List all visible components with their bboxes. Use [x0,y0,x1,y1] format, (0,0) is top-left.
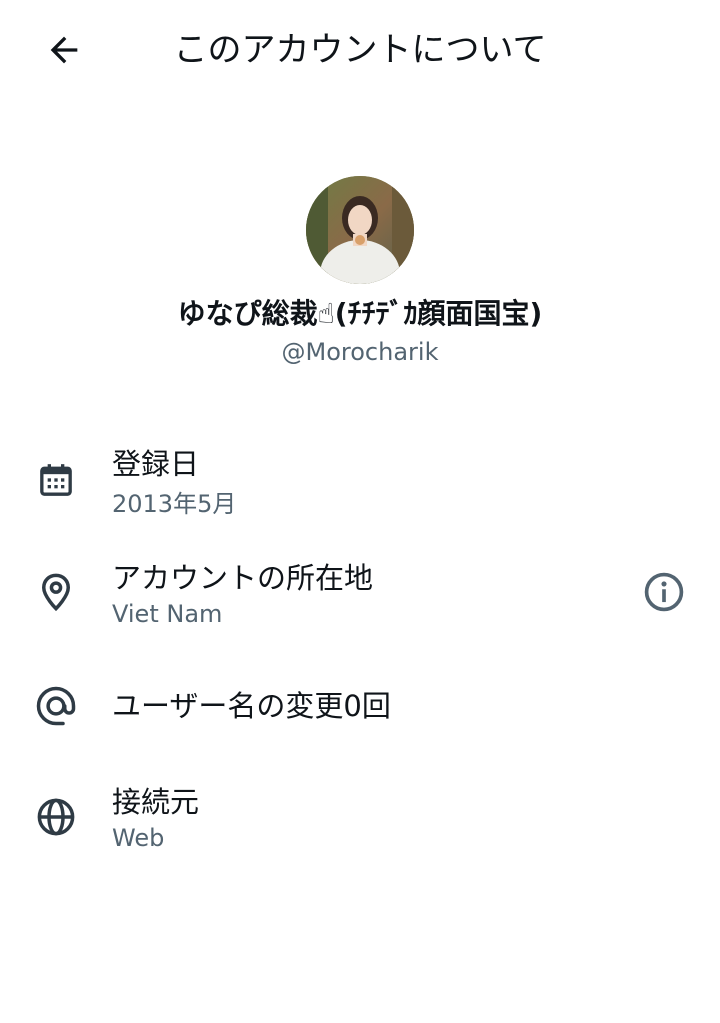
joined-value: 2013年5月 [112,490,237,518]
connected-via-label: 接続元 [112,785,200,819]
detail-row-location: アカウントの所在地 Viet Nam [0,556,720,646]
display-name: ゆなぴ総裁☝(ﾁﾁﾃﾞｶ顔面国宝) [177,297,543,330]
detail-row-username-changes: ユーザー名の変更0回 [0,680,720,740]
calendar-icon [30,454,82,506]
username-changes-label: ユーザー名の変更0回 [112,689,391,723]
at-sign-icon [30,680,82,732]
location-value: Viet Nam [112,600,223,628]
username-handle: @Morocharik [281,338,439,366]
location-pin-icon [30,566,82,618]
avatar-image [306,176,414,284]
connected-via-value: Web [112,824,165,852]
info-button[interactable] [638,566,690,618]
detail-row-connected-via: 接続元 Web [0,780,720,870]
avatar[interactable] [306,176,414,284]
globe-icon [30,791,82,843]
info-icon [644,572,684,612]
location-label: アカウントの所在地 [112,561,374,595]
header: このアカウントについて [0,0,720,100]
joined-label: 登録日 [112,447,200,481]
page-title: このアカウントについて [173,30,547,70]
profile-section: ゆなぴ総裁☝(ﾁﾁﾃﾞｶ顔面国宝) @Morocharik [0,176,720,368]
detail-row-joined: 登録日 2013年5月 [0,440,720,530]
